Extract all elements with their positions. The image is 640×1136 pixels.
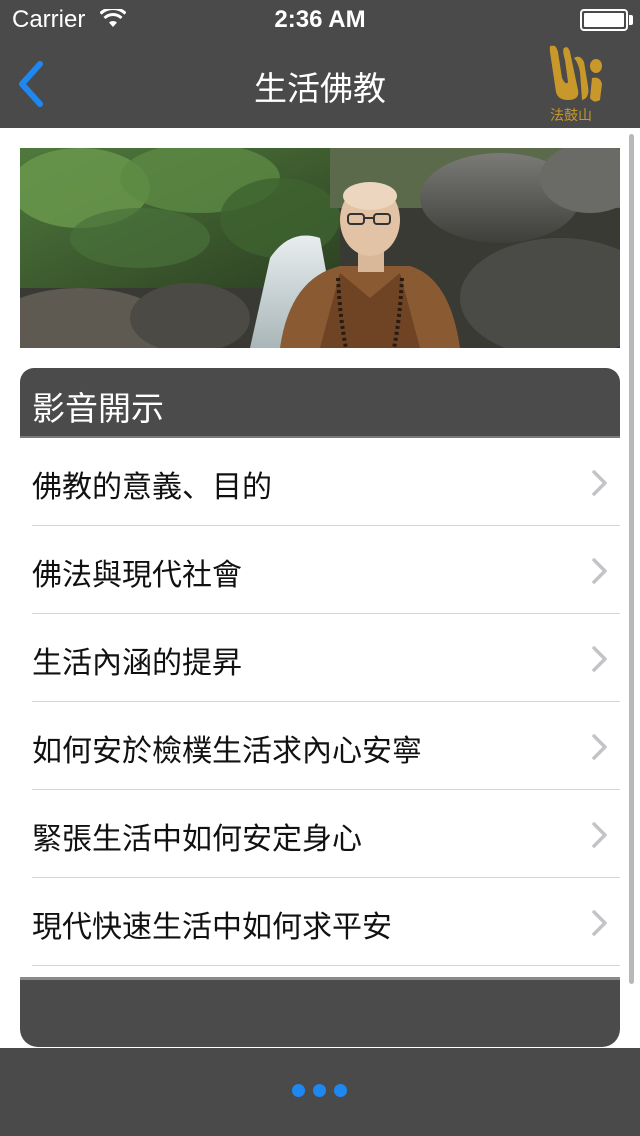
list-item-label: 緊張生活中如何安定身心 [32, 822, 362, 857]
scrollbar[interactable] [629, 134, 634, 984]
chevron-right-icon [592, 734, 607, 760]
battery-tip [629, 15, 633, 25]
list-item[interactable]: 佛教的意義、目的 [20, 438, 620, 526]
battery-icon [580, 9, 628, 31]
chevron-right-icon [592, 470, 607, 496]
list-item-label: 現代快速生活中如何求平安 [32, 910, 392, 945]
list-item[interactable]: 現代快速生活中如何求平安 [20, 878, 620, 966]
row-divider [32, 965, 620, 966]
chevron-right-icon [592, 910, 607, 936]
main-content[interactable]: 影音開示 佛教的意義、目的 佛法與現代社會 生活內涵的提昇 如何安於檢樸生活求內… [0, 128, 640, 1048]
dot [292, 1084, 305, 1097]
list-item-label: 生活內涵的提昇 [32, 646, 242, 681]
list-item[interactable]: 緊張生活中如何安定身心 [20, 790, 620, 878]
logo-text: 法鼓山 [550, 108, 592, 124]
more-dots-icon[interactable] [292, 1084, 348, 1100]
hero-image [20, 148, 620, 348]
list-item[interactable]: 如何安於檢樸生活求內心安寧 [20, 702, 620, 790]
section-title: 影音開示 [32, 389, 164, 428]
list-item[interactable]: 佛法與現代社會 [20, 526, 620, 614]
status-bar: Carrier 2:36 AM [0, 0, 640, 40]
list-item-label: 佛法與現代社會 [32, 558, 242, 593]
section-header: 影音開示 [20, 368, 620, 438]
nav-bar: 生活佛教 法鼓山 [0, 40, 640, 128]
chevron-right-icon [592, 822, 607, 848]
dot [313, 1084, 326, 1097]
list-item[interactable]: 生活內涵的提昇 [20, 614, 620, 702]
media-section: 影音開示 佛教的意義、目的 佛法與現代社會 生活內涵的提昇 如何安於檢樸生活求內… [20, 368, 620, 1048]
list-item-label: 如何安於檢樸生活求內心安寧 [32, 734, 422, 769]
dot [334, 1084, 347, 1097]
dharma-drum-logo: 法鼓山 [549, 45, 602, 124]
chevron-right-icon [592, 558, 607, 584]
chevron-right-icon [592, 646, 607, 672]
section-footer [20, 977, 620, 1047]
bottom-bar [0, 1048, 640, 1136]
status-time: 2:36 AM [274, 6, 366, 33]
talk-list: 佛教的意義、目的 佛法與現代社會 生活內涵的提昇 如何安於檢樸生活求內心安寧 緊 [20, 438, 620, 966]
list-item-label: 佛教的意義、目的 [32, 470, 272, 505]
